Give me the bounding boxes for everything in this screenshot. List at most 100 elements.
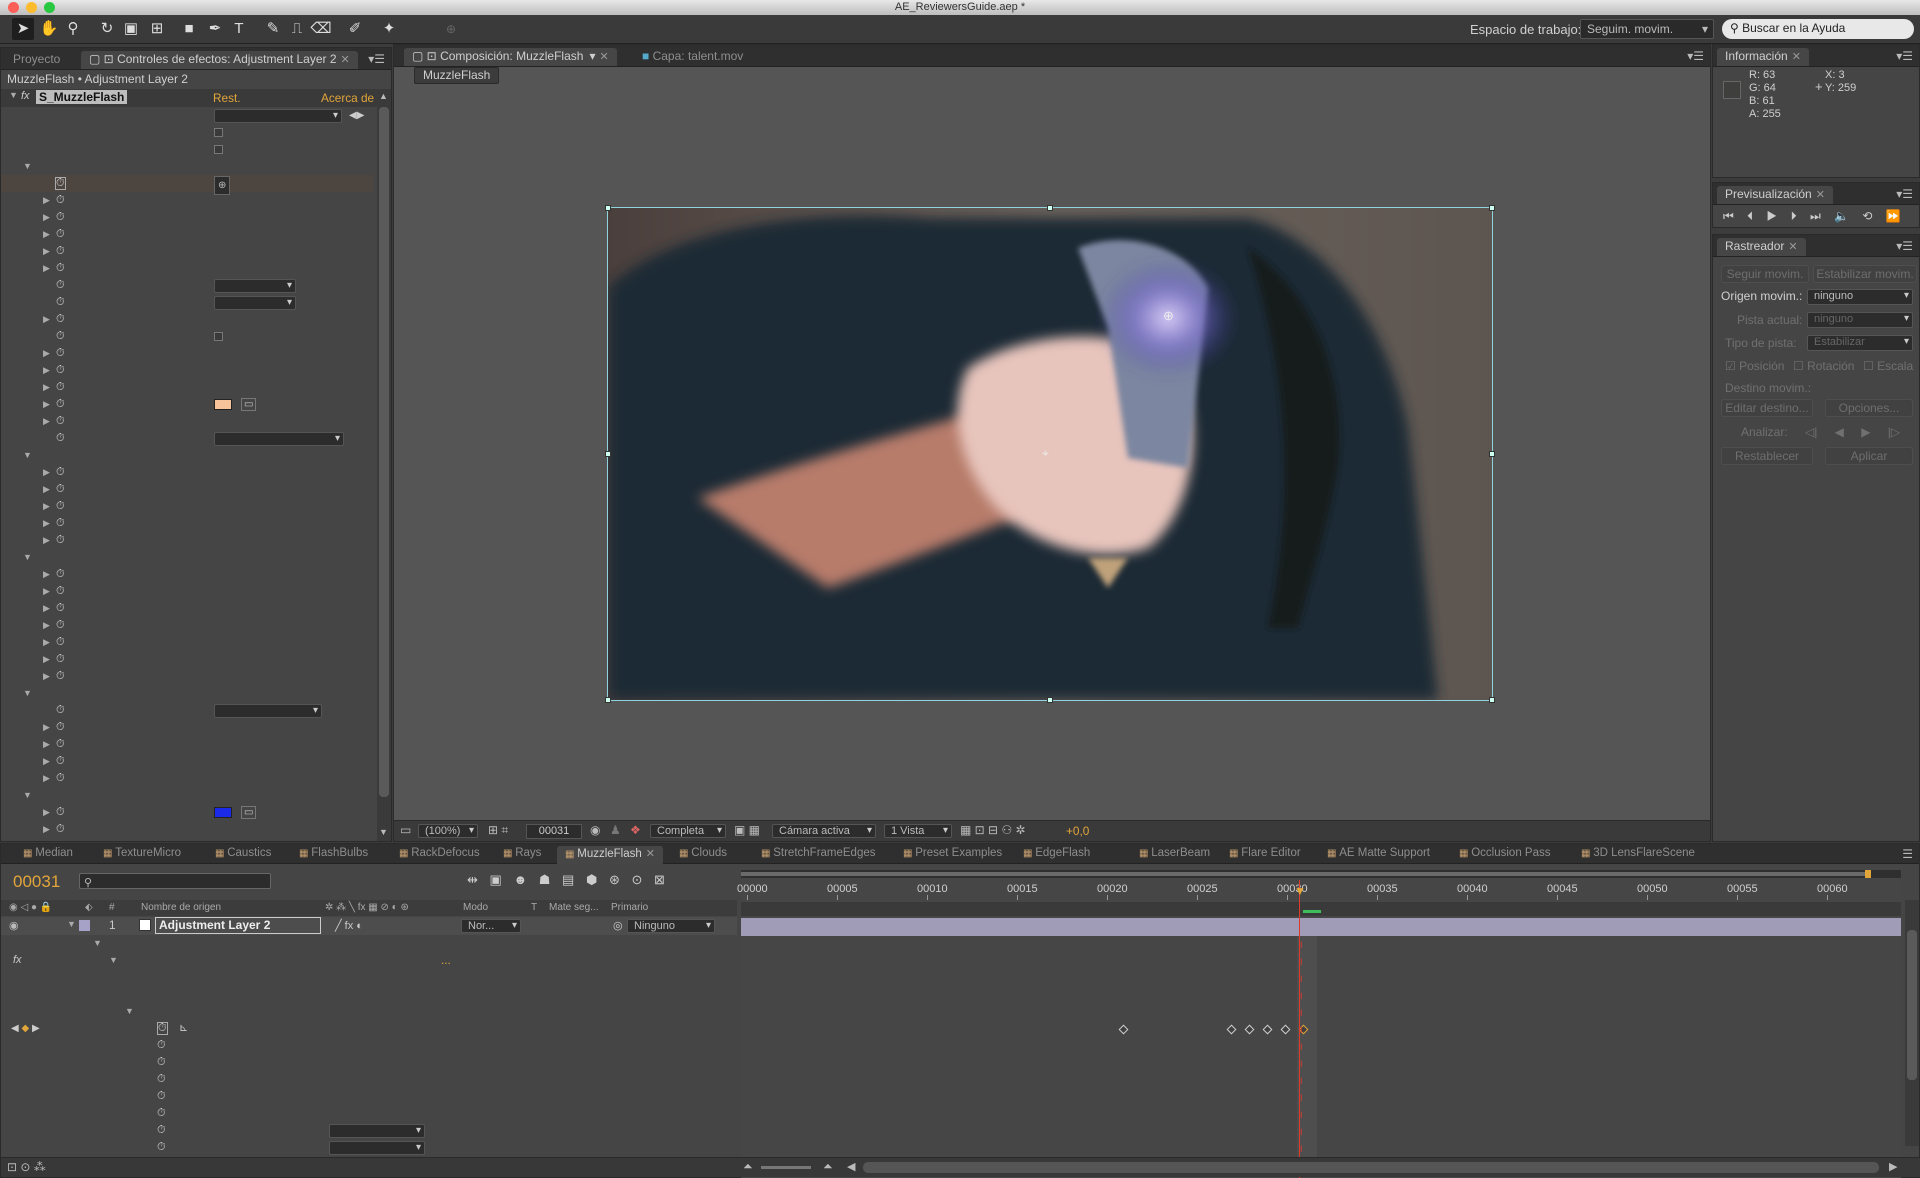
property-checkbox[interactable]: [214, 145, 223, 154]
close-icon[interactable]: ✕: [341, 54, 350, 66]
effect-row-blur[interactable]: ▶ ⏱: [1, 362, 373, 379]
stopwatch-icon[interactable]: ⏱: [56, 396, 65, 413]
expand-triangle-icon[interactable]: ▶: [43, 566, 50, 583]
transform-handle[interactable]: [1489, 697, 1495, 703]
property-select[interactable]: [214, 296, 296, 310]
effect-row-secondary-width[interactable]: ▶ ⏱: [1, 617, 373, 634]
collapse-triangle-icon[interactable]: ▼: [23, 447, 32, 464]
collapse-triangle-icon[interactable]: ▼: [67, 919, 76, 929]
effect-row-secondary-detail[interactable]: ▶ ⏱: [1, 668, 373, 685]
close-icon[interactable]: ✕: [1792, 51, 1801, 63]
stopwatch-icon[interactable]: ⏱: [56, 515, 65, 532]
collapse-triangle-icon[interactable]: ▼: [109, 952, 118, 969]
minimize-window-button[interactable]: [26, 2, 37, 13]
view-toggles-icons[interactable]: ▦ ⊡ ⊟ ⚇ ✲: [960, 823, 1026, 837]
zoom-tool-icon[interactable]: ⚲: [62, 18, 84, 40]
collapse-triangle-icon[interactable]: ▼: [93, 935, 102, 952]
effect-name[interactable]: S_MuzzleFlash: [36, 90, 128, 104]
tab-comp-rays[interactable]: ▦ Rays: [495, 846, 549, 864]
expand-triangle-icon[interactable]: ▶: [43, 719, 50, 736]
label-icon[interactable]: ⬖: [85, 900, 93, 916]
stopwatch-icon[interactable]: ⏱: [56, 379, 65, 396]
expand-triangle-icon[interactable]: ▶: [43, 226, 50, 243]
expand-triangle-icon[interactable]: ▶: [43, 413, 50, 430]
expand-triangle-icon[interactable]: ▶: [43, 634, 50, 651]
stopwatch-icon[interactable]: ⏱: [56, 209, 65, 226]
hide-shy-layers-icon[interactable]: ☻: [513, 872, 527, 887]
close-icon[interactable]: ✕: [1788, 241, 1797, 253]
expand-triangle-icon[interactable]: ▶: [43, 209, 50, 226]
graph-icon[interactable]: ⊠: [654, 872, 665, 887]
expand-triangle-icon[interactable]: ▶: [43, 481, 50, 498]
parent-select[interactable]: Ninguno: [627, 919, 715, 933]
effect-row-secondary-brightness[interactable]: ▶ ⏱: [1, 634, 373, 651]
scroll-up-icon[interactable]: ▲: [379, 91, 388, 101]
axis-mode-icons[interactable]: ⊕ ✧ ⊠: [440, 18, 462, 80]
expand-triangle-icon[interactable]: ▶: [43, 583, 50, 600]
motion-source-select[interactable]: ninguno: [1807, 289, 1913, 305]
tab-comp-median[interactable]: ▦ Median: [15, 846, 81, 864]
stopwatch-icon[interactable]: ⏱: [56, 345, 65, 362]
expand-triangle-icon[interactable]: ▶: [43, 396, 50, 413]
timeline-row-efectos[interactable]: ▼: [1, 935, 737, 952]
stopwatch-icon[interactable]: ⏱: [56, 600, 65, 617]
panel-menu-icon[interactable]: ▾☰: [1687, 49, 1704, 63]
timeline-row-load-preset[interactable]: [1, 969, 737, 986]
panel-menu-icon[interactable]: ☰: [1902, 847, 1913, 861]
tab-comp-stretchframeedges[interactable]: ▦ StretchFrameEdges: [753, 846, 884, 864]
property-checkbox[interactable]: [214, 332, 223, 341]
playhead-line[interactable]: [1299, 880, 1300, 1178]
tab-comp-clouds[interactable]: ▦ Clouds: [671, 846, 735, 864]
next-frame-icon[interactable]: ⏵: [1791, 209, 1797, 223]
tab-info[interactable]: Información ✕: [1717, 48, 1809, 66]
effect-row-gap-time[interactable]: ▶ ⏱: [1, 753, 373, 770]
layer-label-color[interactable]: [79, 920, 90, 931]
stopwatch-icon[interactable]: ⏱: [56, 532, 65, 549]
fx-icon[interactable]: fx: [21, 90, 30, 102]
tab-composition[interactable]: ▢ ⊡ Composición: MuzzleFlash ▾ ✕: [404, 48, 617, 66]
stopwatch-icon[interactable]: ⏱: [56, 260, 65, 277]
stopwatch-icon[interactable]: ⏱: [56, 583, 65, 600]
location-xy-point-icon[interactable]: ⊕: [1163, 308, 1174, 324]
loop-icon[interactable]: ⟲: [1862, 209, 1872, 223]
keyframe-diamond[interactable]: [1226, 1024, 1237, 1035]
stopwatch-icon[interactable]: ⏱: [157, 1105, 166, 1122]
stopwatch-icon[interactable]: ⏱: [56, 753, 65, 770]
effect-row-primary-width[interactable]: ▶ ⏱: [1, 481, 373, 498]
magnification-select[interactable]: (100%): [418, 824, 478, 838]
close-icon[interactable]: ✕: [1816, 189, 1825, 201]
roto-brush-tool-icon[interactable]: ✐: [344, 18, 366, 40]
expand-triangle-icon[interactable]: ▶: [43, 379, 50, 396]
stopwatch-icon[interactable]: ⏱: [56, 192, 65, 209]
collapse-triangle-icon[interactable]: ▼: [23, 787, 32, 804]
timeline-row-location-xy[interactable]: ◀ ◆ ▶ ⏱ ⊾: [1, 1020, 737, 1037]
edit-target-button[interactable]: Editar destino...: [1721, 399, 1813, 417]
color-swatch[interactable]: [214, 399, 232, 410]
effect-row-mid-density[interactable]: ▶ ⏱: [1, 379, 373, 396]
tab-comp-preset-examples[interactable]: ▦ Preset Examples: [895, 846, 1010, 864]
last-frame-icon[interactable]: ⏭: [1810, 209, 1821, 223]
stopwatch-icon[interactable]: ⏱: [157, 1088, 166, 1105]
effect-row-rotation[interactable]: ▶ ⏱: [1, 209, 373, 226]
exposure-value[interactable]: +0,0: [1066, 824, 1089, 838]
effect-row-location-xy[interactable]: ⏱ ⊕: [1, 175, 373, 195]
pick-whip-icon[interactable]: ◎: [613, 919, 623, 932]
collapse-triangle-icon[interactable]: ▼: [125, 1003, 134, 1020]
keyframe-diamond[interactable]: [1262, 1024, 1273, 1035]
timeline-row-variant[interactable]: ⏱: [1, 1139, 737, 1156]
tab-preview[interactable]: Previsualización ✕: [1717, 186, 1833, 204]
stopwatch-icon[interactable]: ⏱: [157, 1139, 166, 1156]
expand-triangle-icon[interactable]: ▶: [43, 311, 50, 328]
eyedropper-icon[interactable]: ▭: [241, 806, 257, 819]
effect-row-affect-alpha[interactable]: ▶ ⏱: [1, 413, 373, 430]
current-time-display[interactable]: 00031: [13, 872, 60, 892]
zoom-window-button[interactable]: [44, 2, 55, 13]
timeline-row-brightness[interactable]: ⏱: [1, 1088, 737, 1105]
stopwatch-icon[interactable]: ⏱: [56, 566, 65, 583]
property-select[interactable]: [214, 109, 342, 123]
timeline-row-s-muzzleflash[interactable]: ▼ fx...: [1, 952, 737, 969]
pan-behind-tool-icon[interactable]: ⊞: [146, 18, 168, 40]
playhead-handle-icon[interactable]: ▼: [1294, 884, 1306, 898]
scrollbar-thumb[interactable]: [379, 107, 389, 797]
channel-icon[interactable]: ❖: [630, 823, 641, 837]
